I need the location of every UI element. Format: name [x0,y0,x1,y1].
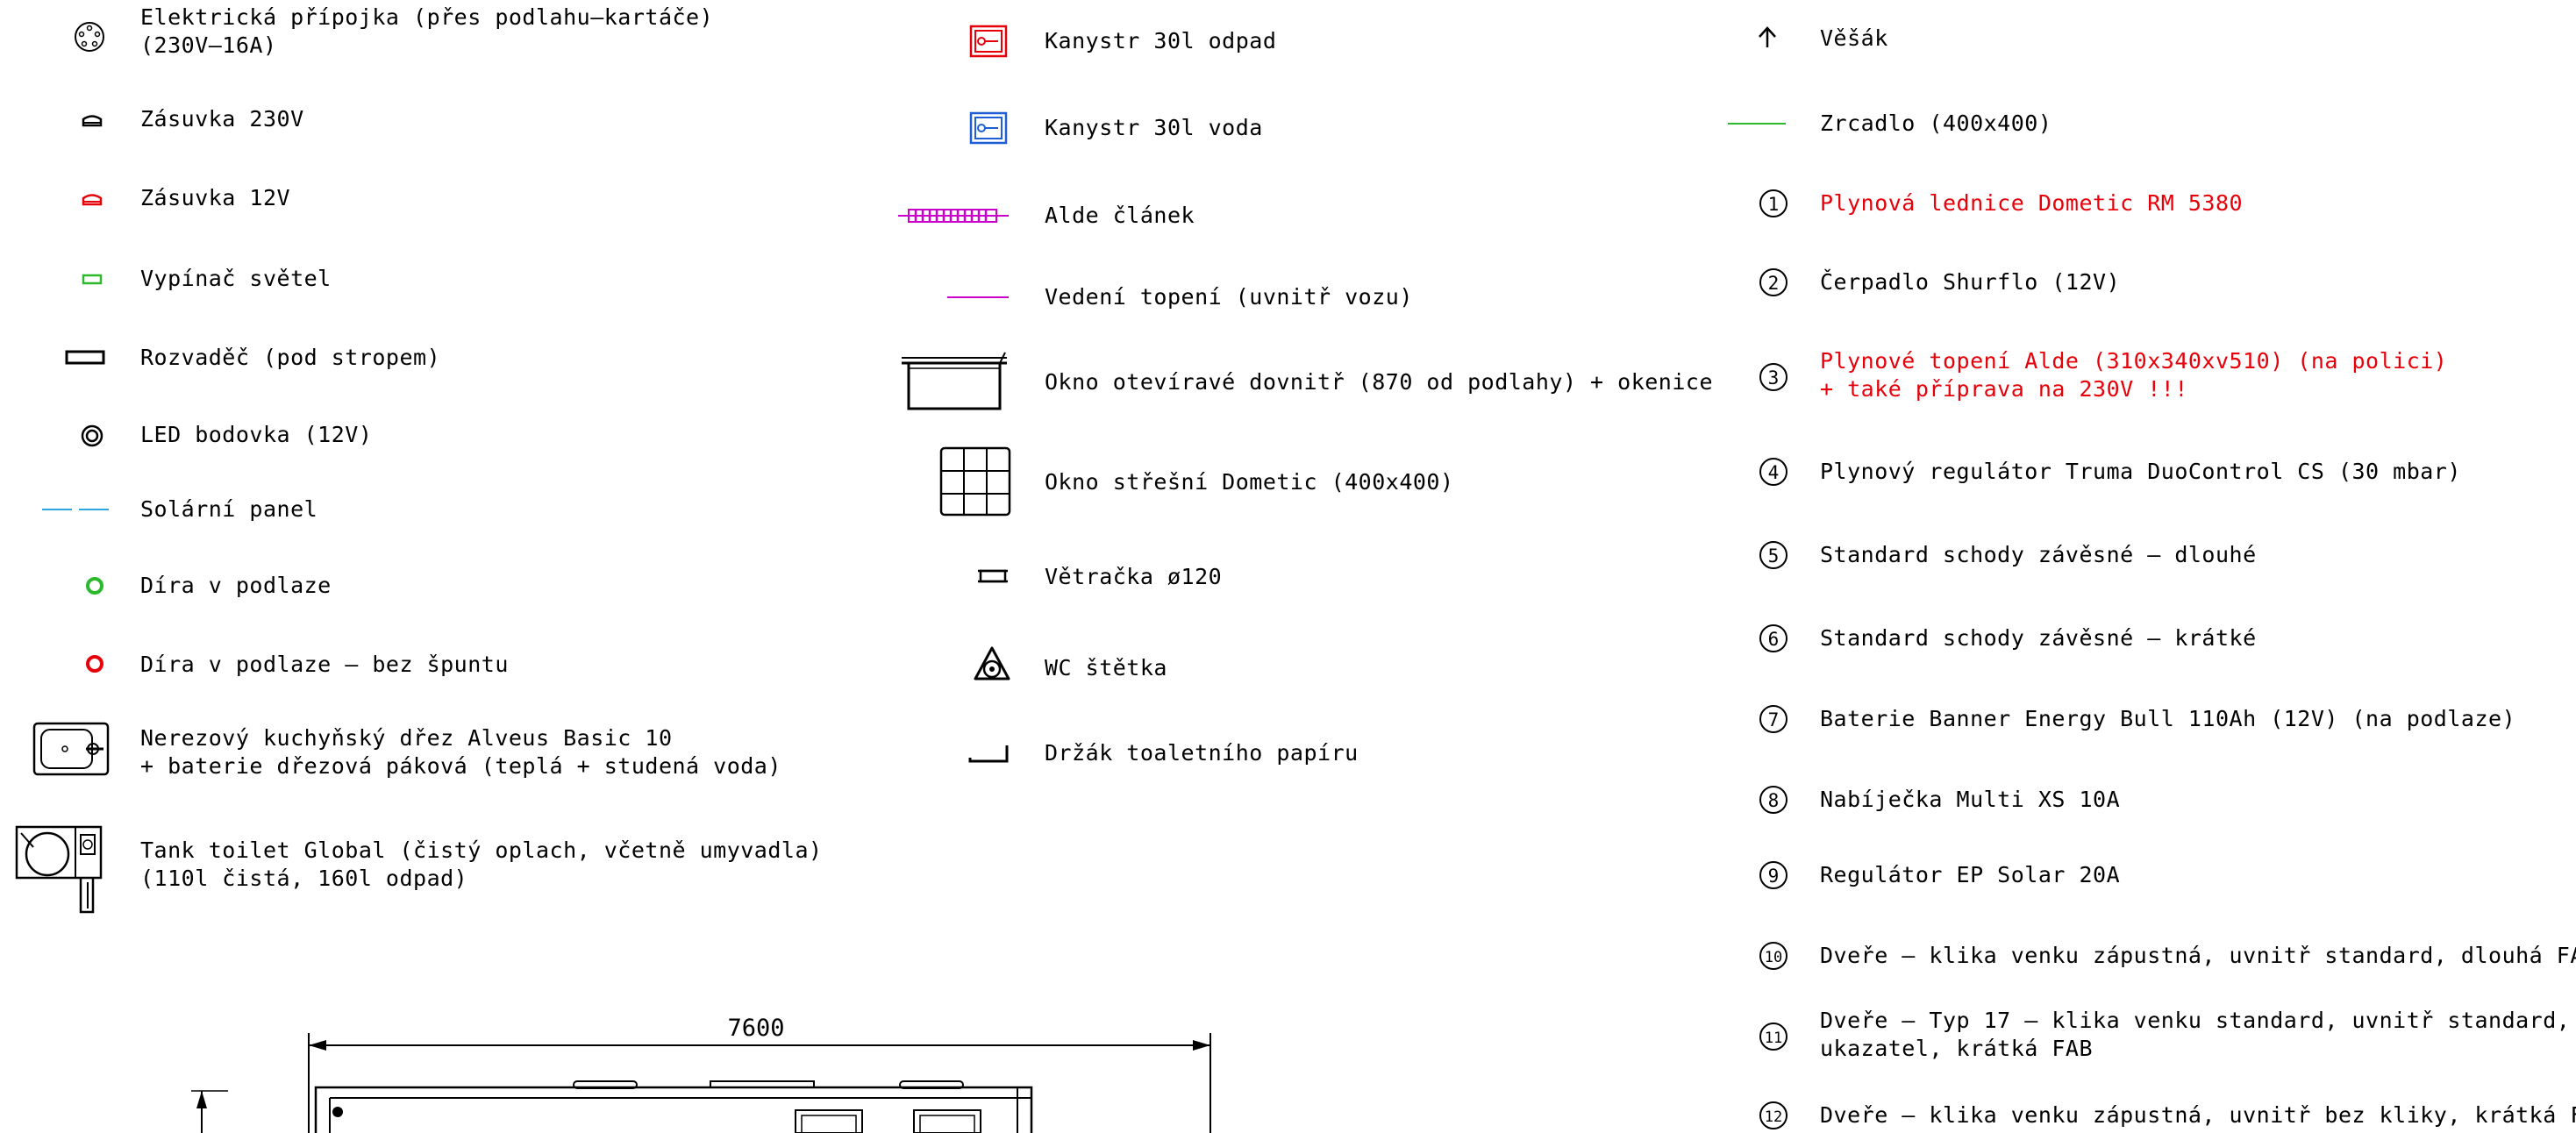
dimension-arrow-left [309,1040,326,1051]
legend-text-rozvadec: Rozvaděč (pod stropem) [140,345,441,370]
socket-230v-icon [82,115,103,127]
legend-text-vesak: Věšák [1820,25,1888,51]
floor-hole-icon [86,577,103,595]
dimension-label: 7600 [727,1015,784,1042]
legend-text-solar: Solární panel [140,496,318,522]
legend-text-led: LED bodovka (12V) [140,422,373,447]
number-circle-12-icon: 12 [1759,1101,1788,1129]
legend-text-okno-otevirave: Okno otevíravé dovnitř (870 od podlahy) … [1045,369,1714,395]
legend-text-dira-bez: Díra v podlaze – bez špuntu [140,652,509,677]
legend-text-item-1: Plynová lednice Dometic RM 5380 [1820,190,2244,216]
svg-text:8: 8 [1768,790,1780,811]
legend-text-item-8: Nabíječka Multi XS 10A [1820,787,2121,812]
vent-icon [978,569,1008,583]
socket-12v-icon [82,194,103,206]
light-switch-icon [82,274,103,285]
number-circle-7-icon: 7 [1759,705,1788,733]
legend-text-vypinac: Vypínač světel [140,266,332,291]
floor-hole-open-icon [86,655,103,673]
legend-text-zrcadlo: Zrcadlo (400x400) [1820,110,2052,136]
number-circle-4-icon: 4 [1759,458,1788,486]
legend-text-item-10: Dveře – klika venku zápustná, uvnitř sta… [1820,943,2576,968]
svg-text:9: 9 [1768,866,1780,887]
legend-text-item-2: Čerpadlo Shurflo (12V) [1820,269,2121,295]
legend-text-vetracka: Větračka ø120 [1045,564,1223,589]
number-circle-2-icon: 2 [1759,268,1788,296]
legend-text-item-9: Regulátor EP Solar 20A [1820,862,2121,887]
svg-text:2: 2 [1768,273,1780,294]
legend-text-item-12: Dveře – klika venku zápustná, uvnitř bez… [1820,1102,2576,1128]
legend-text-wc-stetka: WC štětka [1045,655,1167,681]
legend-text-drzak-papiru: Držák toaletního papíru [1045,740,1359,766]
heating-pipe-line-icon [947,296,1009,298]
window-1 [795,1109,863,1133]
hanger-icon [1759,26,1776,47]
toilet-brush-icon [974,646,1010,681]
svg-text:1: 1 [1768,194,1780,215]
svg-text:10: 10 [1765,949,1782,966]
opening-window-icon [902,352,1007,410]
svg-text:12: 12 [1765,1108,1782,1126]
led-spot [332,1107,343,1117]
number-circle-11-icon: 11 [1759,1023,1788,1051]
dimension-arrow-right [1193,1040,1210,1051]
number-circle-10-icon: 10 [1759,942,1788,970]
svg-text:4: 4 [1768,462,1780,483]
window-2 [913,1109,981,1133]
legend-text-kanystr-odpad: Kanystr 30l odpad [1045,28,1277,53]
svg-text:7: 7 [1768,709,1780,730]
distribution-board-icon [65,350,105,365]
legend-text-toilet: Tank toilet Global (čistý oplach, včetně… [140,837,823,891]
alde-radiator-icon [898,209,1009,223]
legend-text-item-3: Plynové topení Alde (310x340xv510) (na p… [1820,348,2448,402]
svg-text:11: 11 [1765,1030,1782,1047]
led-spotlight-icon [81,424,103,447]
svg-text:6: 6 [1768,629,1780,650]
svg-text:3: 3 [1768,367,1780,388]
sink-icon [32,722,110,776]
legend-text-item-6: Standard schody závěsné – krátké [1820,625,2257,651]
legend-text-item-11: Dveře – Typ 17 – klika venku standard, u… [1820,1008,2571,1061]
number-circle-3-icon: 3 [1759,363,1788,391]
vehicle-top-view-drawing: 7600 [191,1015,1211,1133]
number-circle-6-icon: 6 [1759,624,1788,652]
roof-window-icon [939,446,1011,517]
legend-text-vedeni-topeni: Vedení topení (uvnitř vozu) [1045,284,1413,310]
number-circle-9-icon: 9 [1759,861,1788,889]
legend-text-alde-clanek: Alde článek [1045,203,1195,228]
legend-text-item-5: Standard schody závěsné – dlouhé [1820,542,2257,567]
legend-text-item-7: Baterie Banner Energy Bull 110Ah (12V) (… [1820,706,2516,731]
toilet-icon [15,825,103,914]
legend-text-kanystr-voda: Kanystr 30l voda [1045,115,1263,140]
legend-text-elektricka-pripojka: Elektrická přípojka (přes podlahu–kartáč… [140,4,714,58]
number-circle-5-icon: 5 [1759,541,1788,569]
legend-text-okno-stresni: Okno střešní Dometic (400x400) [1045,469,1454,495]
power-inlet-icon [75,22,104,52]
legend-text-zasuvka-230: Zásuvka 230V [140,106,304,132]
paper-holder-icon [968,745,1009,763]
legend-text-dira: Díra v podlaze [140,573,332,598]
solar-panel-line-icon [42,509,109,510]
number-circle-8-icon: 8 [1759,786,1788,814]
waste-canister-icon [969,25,1008,58]
legend-text-item-4: Plynový regulátor Truma DuoControl CS (3… [1820,459,2461,484]
svg-text:5: 5 [1768,545,1780,566]
legend-text-drez: Nerezový kuchyňský dřez Alveus Basic 10 +… [140,725,781,779]
mirror-line-icon [1728,123,1786,125]
legend-text-zasuvka-12: Zásuvka 12V [140,185,291,210]
number-circle-1-icon: 1 [1759,189,1788,217]
water-canister-icon [969,111,1008,145]
